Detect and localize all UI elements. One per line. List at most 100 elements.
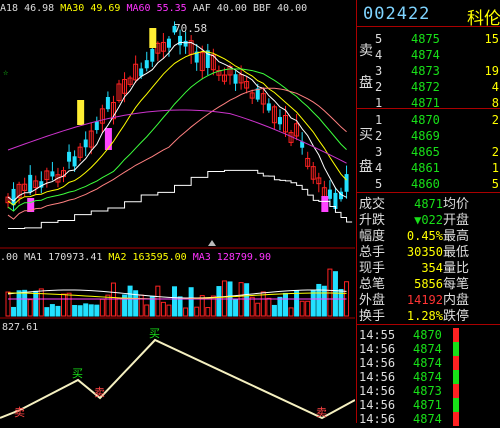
volume-bar xyxy=(305,300,311,317)
volume-bar xyxy=(277,296,283,317)
volume-bar xyxy=(321,285,327,317)
volume-bar xyxy=(188,287,194,317)
buy-signal: 买 xyxy=(149,327,160,340)
volume-bar xyxy=(77,305,83,317)
volume-bar xyxy=(88,304,94,317)
volume-bar xyxy=(310,289,316,317)
volume-bar xyxy=(27,299,33,317)
star-marker: ☆ xyxy=(3,68,9,78)
volume-bar xyxy=(233,299,239,317)
legend-vma2: MA2 163595.00 xyxy=(108,252,187,263)
candle-body xyxy=(178,35,183,46)
volume-bar xyxy=(294,290,300,317)
volume-bar xyxy=(266,297,272,317)
highlight-candle xyxy=(149,28,157,48)
volume-bar xyxy=(110,282,116,317)
volume-bar xyxy=(255,302,261,317)
sell-signal: 卖 xyxy=(94,386,105,399)
candle-body xyxy=(327,189,332,199)
volume-bar xyxy=(244,283,250,317)
stock-header: 002422 科伦 xyxy=(357,4,500,29)
volume-bar xyxy=(288,307,294,317)
candle-body xyxy=(50,171,55,177)
candle-body xyxy=(105,96,110,110)
candle-body xyxy=(277,117,282,125)
candle-body xyxy=(94,121,99,131)
candle-body xyxy=(166,38,171,48)
volume-bar xyxy=(160,301,166,317)
candle-body xyxy=(67,151,72,162)
volume-bar xyxy=(38,288,44,317)
highlight-candle xyxy=(104,128,112,150)
volume-bar xyxy=(216,286,222,317)
tick-price: 4874 xyxy=(413,412,442,426)
candle-body xyxy=(266,103,271,111)
candle-body xyxy=(28,174,33,193)
legend-vma3: MA3 128799.90 xyxy=(192,252,271,263)
volume-bar xyxy=(55,305,61,317)
candle-body xyxy=(233,74,238,84)
highlight-candle xyxy=(321,196,329,212)
sell-label-1: 卖 xyxy=(359,43,373,59)
volume-bar xyxy=(22,289,28,317)
tick-row[interactable]: 14:56 4874 xyxy=(357,410,500,428)
volume-bar xyxy=(271,304,277,317)
ma20-line xyxy=(7,68,347,212)
volume-bar xyxy=(205,307,211,317)
candle-body xyxy=(144,60,149,69)
ma30-line xyxy=(7,87,347,220)
ma60-line xyxy=(7,109,347,164)
volume-bar xyxy=(72,304,78,317)
legend-a18: A18 46.98 xyxy=(0,3,55,14)
volume-bar xyxy=(127,285,133,317)
volume-bar xyxy=(11,306,17,317)
candle-body xyxy=(344,174,349,192)
kline-chart[interactable]: ☆买买卖卖卖 xyxy=(0,0,355,423)
volume-bar xyxy=(249,296,255,317)
candle-body xyxy=(72,156,77,167)
legend-aaf: AAF 40.00 xyxy=(192,3,247,14)
candle-body xyxy=(83,139,88,148)
volume-bar xyxy=(172,286,177,317)
volume-bar xyxy=(316,283,322,317)
volume-bar xyxy=(144,304,150,317)
buy-signal: 买 xyxy=(72,367,83,380)
candle-body xyxy=(150,48,155,62)
volume-legend: .00 MA1 170973.41 MA2 163595.00 MA3 1287… xyxy=(0,252,271,263)
volume-bar xyxy=(105,294,111,317)
peak-price-label: 70.58 xyxy=(174,22,208,35)
volume-bar xyxy=(283,292,288,317)
chart-area[interactable]: ☆ 买买卖卖卖 A18 46.98 MA30 49.69 MA60 55.35 A… xyxy=(0,0,355,423)
volume-bar xyxy=(33,290,39,317)
highlight-candle xyxy=(77,100,85,125)
volume-bar xyxy=(332,271,338,317)
volume-bar xyxy=(99,298,105,317)
volume-bar xyxy=(61,293,66,317)
volume-bar xyxy=(155,285,161,317)
volume-bar xyxy=(177,296,183,317)
candle-body xyxy=(183,40,188,47)
legend-vol: .00 xyxy=(0,252,19,263)
volume-bar xyxy=(221,280,227,317)
volume-bar xyxy=(260,291,266,317)
volume-bar xyxy=(299,300,305,317)
quote-panel: 002422 科伦 5 4875 15 4 4874 3 4873 19 2 4872 4 1 4871… xyxy=(356,0,500,426)
legend-ma60: MA60 55.35 xyxy=(126,3,187,14)
legend-ma30: MA30 49.69 xyxy=(60,3,121,14)
volume-bar xyxy=(166,304,172,317)
sell-signal: 卖 xyxy=(316,406,327,419)
volume-bar xyxy=(49,304,55,317)
volume-bar xyxy=(116,297,122,317)
sell-label-2: 盘 xyxy=(359,75,373,91)
volume-bar xyxy=(5,291,11,317)
main-legend: A18 46.98 MA30 49.69 MA60 55.35 AAF 40.0… xyxy=(0,3,307,14)
legend-bbf: BBF 40.00 xyxy=(252,3,308,14)
sell-signal: 卖 xyxy=(14,406,25,419)
volume-bar xyxy=(16,290,22,317)
volume-bar xyxy=(183,307,189,317)
volume-bar xyxy=(94,304,100,317)
current-marker xyxy=(208,240,216,246)
tick-volume-bar xyxy=(453,412,459,426)
indicator-legend: 827.61 xyxy=(2,322,39,333)
buy-label-2: 盘 xyxy=(359,159,373,175)
